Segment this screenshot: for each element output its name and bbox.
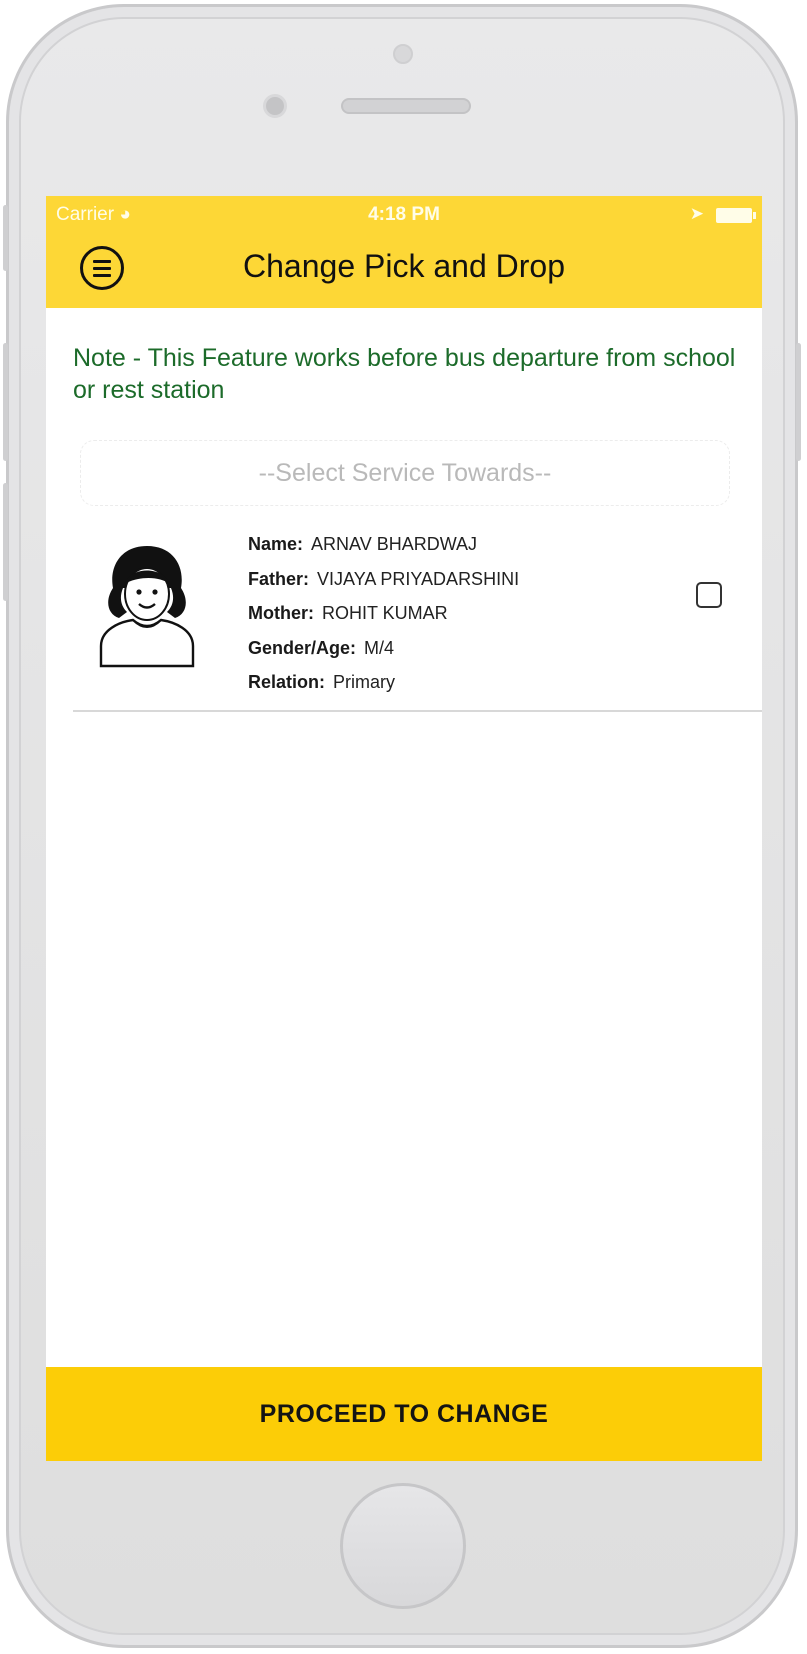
father-row: Father: VIJAYA PRIYADARSHINI [248,568,520,589]
home-button[interactable] [340,1483,466,1609]
nav-bar: Carrier ◕ 4:18 PM ➤ Change Pick and Drop [46,196,762,308]
page-title: Change Pick and Drop [243,248,565,284]
gender-age-row: Gender/Age: M/4 [248,637,395,658]
service-towards-select[interactable]: --Select Service Towards-- [80,440,730,506]
earpiece-speaker [341,98,471,114]
student-details: Name: ARNAV BHARDWAJ Father: VIJAYA PRIYAD… [248,530,519,703]
power-button [796,343,801,461]
student-card[interactable]: Name: ARNAV BHARDWAJ Father: VIJAYA PRIYAD… [73,522,762,712]
mother-name: ROHIT KUMAR [322,603,448,623]
student-select-checkbox[interactable] [696,582,722,608]
status-bar: Carrier ◕ 4:18 PM ➤ [46,196,762,230]
front-camera [393,44,413,64]
status-time: 4:18 PM [368,204,440,225]
app-screen: Carrier ◕ 4:18 PM ➤ Change Pick and Drop… [46,196,762,1461]
volume-up-button [3,343,8,461]
father-name: VIJAYA PRIYADARSHINI [317,568,520,589]
gender-age-value: M/4 [364,637,395,658]
student-name-row: Name: ARNAV BHARDWAJ [248,534,478,554]
child-avatar-icon [99,546,195,668]
location-arrow-icon: ➤ [689,204,704,223]
feature-note: Note - This Feature works before bus dep… [73,344,736,404]
relation-row: Relation: Primary [248,672,396,692]
mother-row: Mother: ROHIT KUMAR [248,603,448,623]
battery-icon [716,208,756,223]
proceed-to-change-button[interactable]: PROCEED TO CHANGE [46,1367,762,1461]
student-name: ARNAV BHARDWAJ [311,534,478,554]
volume-down-button [3,483,8,601]
proximity-sensor [263,94,287,118]
relation-value: Primary [333,672,396,692]
mute-switch [3,205,8,271]
